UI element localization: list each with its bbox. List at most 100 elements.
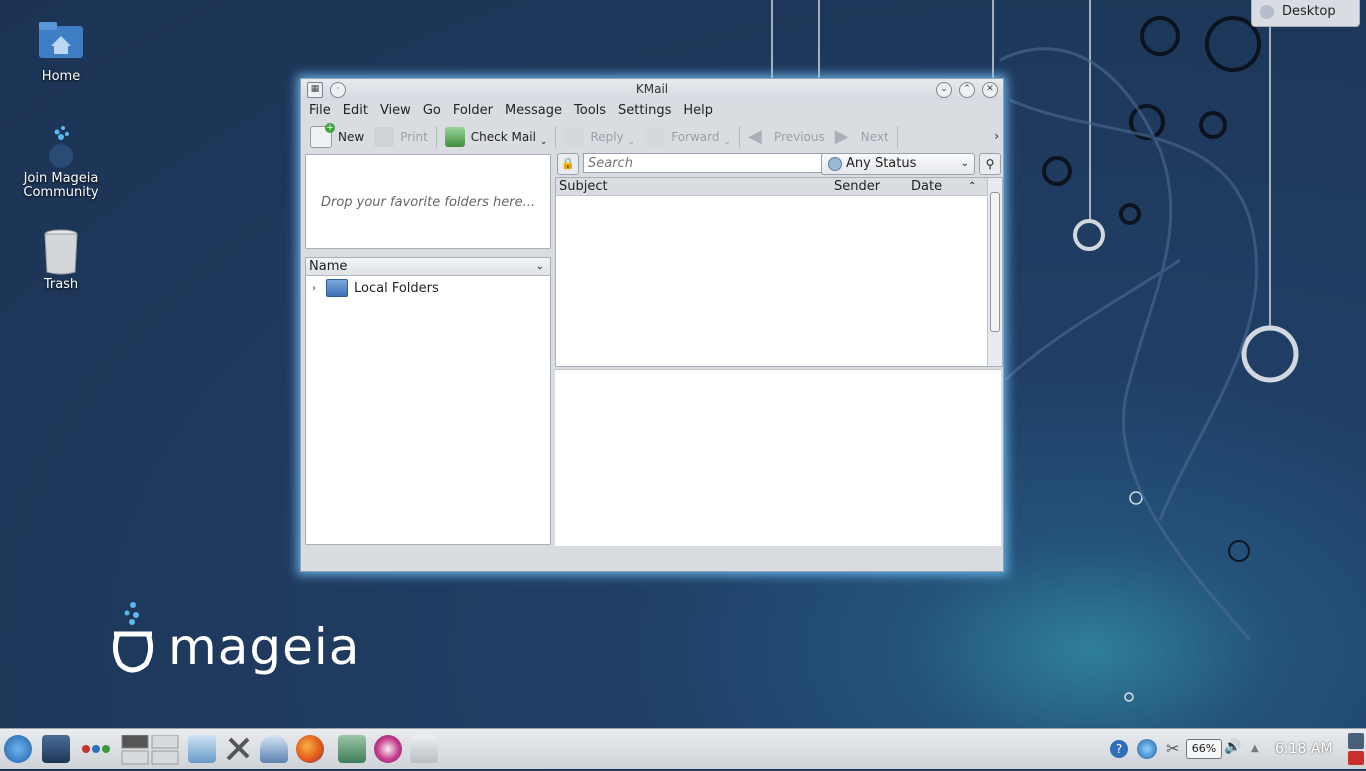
toolbar-separator: [435, 126, 437, 148]
quick-search-bar: 🔒 Any Status ⌄ ⚲: [557, 152, 1001, 175]
previous-button[interactable]: ◀ Previous: [743, 124, 830, 150]
window-title: KMail: [635, 82, 669, 96]
trash-icon: [37, 228, 85, 276]
menu-message[interactable]: Message: [499, 100, 568, 122]
folder-label: Local Folders: [354, 280, 439, 296]
volume-icon[interactable]: 🔊: [1224, 739, 1242, 759]
chevron-down-icon[interactable]: ⌄: [536, 258, 544, 275]
next-label: Next: [860, 130, 889, 144]
main-toolbar: + New Print Check Mail ⌄ Reply ⌄ Forward…: [301, 122, 1003, 152]
status-filter-select[interactable]: Any Status ⌄: [821, 153, 975, 175]
application-launcher-icon[interactable]: [4, 735, 32, 763]
forward-button[interactable]: Forward ⌄: [640, 124, 736, 150]
folder-name-column: Name: [309, 259, 348, 274]
print-label: Print: [400, 130, 428, 144]
check-mail-button[interactable]: Check Mail ⌄: [440, 124, 553, 150]
menu-help[interactable]: Help: [677, 100, 719, 122]
desktop-icon-home[interactable]: Home: [16, 20, 106, 84]
arrow-left-icon: ◀: [748, 126, 762, 147]
new-label: New: [338, 130, 365, 144]
toolbar-separator: [896, 126, 898, 148]
menu-edit[interactable]: Edit: [337, 100, 374, 122]
sort-ascending-icon[interactable]: ⌃: [968, 178, 976, 195]
check-mail-icon: [444, 127, 465, 147]
chevron-down-icon: ⌄: [960, 158, 969, 169]
message-list-scrollbar[interactable]: [987, 178, 1002, 366]
eye-viewer-icon[interactable]: [374, 735, 402, 763]
firefox-icon[interactable]: [296, 735, 324, 763]
toolbar-overflow-icon[interactable]: ›: [994, 129, 999, 143]
clipboard-scissors-icon[interactable]: ✂: [1166, 739, 1184, 759]
previous-label: Previous: [774, 130, 825, 144]
software-manager-icon[interactable]: [338, 735, 366, 763]
activities-icon[interactable]: [80, 735, 110, 763]
kmail-task-icon[interactable]: [188, 735, 216, 763]
expand-icon[interactable]: ›: [312, 283, 326, 294]
screenshot-tool-icon[interactable]: [410, 735, 438, 763]
reply-label: Reply: [590, 130, 624, 144]
message-reader-pane[interactable]: [555, 369, 1001, 546]
folder-tree[interactable]: Name ⌄ › Local Folders: [305, 257, 551, 545]
message-list[interactable]: Subject Sender Date ⌃: [555, 177, 1003, 367]
activity-label: Desktop: [1282, 4, 1336, 19]
menu-folder[interactable]: Folder: [447, 100, 499, 122]
close-icon[interactable]: ✕: [982, 82, 998, 98]
clock[interactable]: 6:18 AM: [1275, 741, 1333, 757]
forward-icon: [645, 127, 666, 147]
menu-view[interactable]: View: [374, 100, 417, 122]
column-subject[interactable]: Subject: [559, 178, 608, 195]
scrollbar-thumb[interactable]: [990, 192, 1000, 332]
print-button[interactable]: Print: [369, 124, 433, 150]
network-globe-icon[interactable]: [1137, 739, 1157, 759]
folder-icon: [326, 279, 348, 297]
desktop-icon-label: Home: [41, 69, 81, 84]
toolbar-separator: [739, 126, 741, 148]
menubar: File Edit View Go Folder Message Tools S…: [301, 100, 1003, 122]
search-input[interactable]: [583, 153, 825, 173]
forward-label: Forward: [671, 130, 720, 144]
tray-expand-icon[interactable]: ▲: [1251, 743, 1263, 755]
print-icon: [374, 127, 395, 147]
menu-file[interactable]: File: [303, 100, 337, 122]
desktop-icon-label: Trash: [43, 277, 79, 292]
activity-desktop-tab[interactable]: Desktop: [1251, 0, 1360, 27]
window-titlebar[interactable]: ▦ · KMail ⌄ ⌃ ✕: [301, 79, 1003, 100]
virtual-desktop-pager[interactable]: [120, 734, 180, 765]
maximize-icon[interactable]: ⌃: [959, 82, 975, 98]
show-desktop-icon[interactable]: [42, 735, 70, 763]
help-icon[interactable]: ?: [1110, 740, 1128, 758]
minimize-icon[interactable]: ⌄: [936, 82, 952, 98]
desktop-icon-trash[interactable]: Trash: [16, 228, 106, 292]
desktop-icon-label: Join Mageia Community: [23, 171, 99, 200]
folder-row-local-folders[interactable]: › Local Folders: [306, 278, 550, 298]
mageia-wordmark: mageia: [168, 618, 361, 676]
system-settings-icon[interactable]: [224, 735, 252, 763]
desktop-icon-join-community[interactable]: Join Mageia Community: [16, 122, 106, 200]
favorite-folders-pane[interactable]: Drop your favorite folders here...: [305, 154, 551, 249]
favorite-folders-hint: Drop your favorite folders here...: [320, 195, 536, 210]
reply-button[interactable]: Reply ⌄: [559, 124, 640, 150]
folder-tree-header[interactable]: Name ⌄: [306, 258, 550, 276]
menu-tools[interactable]: Tools: [568, 100, 612, 122]
next-button[interactable]: ▶ Next: [830, 124, 894, 150]
network-manager-app-icon[interactable]: [260, 735, 288, 763]
new-message-button[interactable]: + New: [305, 123, 369, 150]
binoculars-icon[interactable]: ⚲: [979, 153, 1001, 175]
message-list-header: Subject Sender Date ⌃: [556, 178, 1002, 196]
chevron-down-icon[interactable]: ⌄: [540, 137, 548, 147]
chevron-down-icon[interactable]: ⌄: [724, 137, 732, 147]
kmail-window: ▦ · KMail ⌄ ⌃ ✕ File Edit View Go Folder…: [300, 78, 1004, 572]
taskbar: ? ✂ 66% 🔊 ▲ 6:18 AM: [0, 728, 1366, 769]
battery-indicator[interactable]: 66%: [1186, 739, 1222, 759]
column-date[interactable]: Date: [911, 178, 942, 195]
arrow-right-icon: ▶: [834, 126, 849, 147]
power-icon[interactable]: [1348, 751, 1364, 765]
status-icon: [828, 156, 842, 171]
menu-settings[interactable]: Settings: [612, 100, 677, 122]
lock-screen-icon[interactable]: [1348, 733, 1364, 749]
toolbar-separator: [555, 126, 557, 148]
chevron-down-icon[interactable]: ⌄: [628, 137, 636, 147]
lock-icon[interactable]: 🔒: [557, 153, 579, 175]
column-sender[interactable]: Sender: [834, 178, 880, 195]
menu-go[interactable]: Go: [417, 100, 447, 122]
